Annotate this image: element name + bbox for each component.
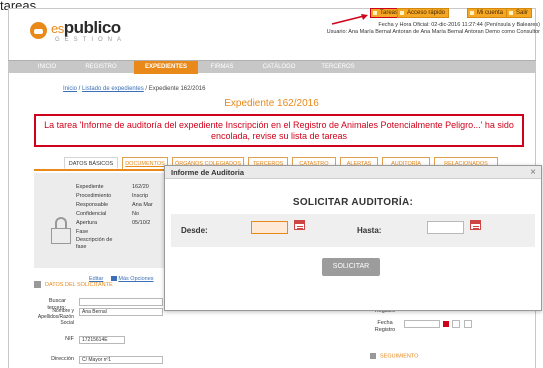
seguimiento-label: SEGUIMIENTO [380,353,419,360]
nif-label: NIF [65,336,74,342]
user-line: Usuario: Ana María Bernal Antoran de Ana… [326,29,540,35]
logout-icon [509,11,513,15]
detail-value: Ana Mar [132,202,153,208]
account-icon [470,11,474,15]
calendar-icon[interactable] [470,220,481,230]
solicitante-heading[interactable]: DATOS DEL SOLICITANTE [34,280,174,290]
detail-row: Responsable Ana Mar [76,202,156,209]
salir-label: Salir [516,10,529,16]
dialog-titlebar[interactable]: Informe de Auditoria × [165,166,541,179]
detail-key: Responsable [76,202,109,208]
detail-value: 162/20 [132,184,149,190]
detail-row: Procedimiento Inscrip [76,193,156,200]
nav-inicio[interactable]: INICIO [30,61,64,74]
seguimiento-heading[interactable]: SEGUIMIENTO [370,353,418,359]
official-datetime: Fecha y Hora Oficial: 02-dic-2016 11:27:… [378,22,540,28]
logo-icon [30,22,47,39]
detail-row: Fase [76,229,156,236]
dialog-title: Informe de Auditoria [171,168,245,177]
detail-row: Descripción de fase [76,237,156,251]
nav-terceros[interactable]: TERCEROS [314,61,362,74]
user-info: Fecha y Hora Oficial: 02-dic-2016 11:27:… [300,22,540,36]
nav-expedientes[interactable]: EXPEDIENTES [134,61,198,74]
task-queued-message: La tarea 'Informe de auditoría del exped… [34,114,524,147]
collapse-icon [370,353,376,359]
desde-label: Desde: [181,226,208,235]
salir-button[interactable]: Salir [506,8,533,18]
detail-key: Confidencial [76,211,107,217]
acceso-rapido-button[interactable]: Acceso rápido [397,8,450,18]
screenshot-page: tareas. espublico GESTIONA Tareas Acceso… [0,0,543,368]
detail-value: Inscrip [132,193,149,199]
auditoria-dialog: Informe de Auditoria × SOLICITAR AUDITOR… [164,165,542,311]
direccion-label: Dirección [51,356,74,362]
fecha-registro-extra[interactable] [464,320,472,328]
tareas-label: Tareas [380,10,399,16]
breadcrumb-inicio[interactable]: Inicio [63,86,77,92]
logo-subtitle: GESTIONA [55,37,127,43]
detail-row: Confidencial No [76,211,156,218]
fecha-registro-label: Fecha Registro [374,320,396,333]
close-icon[interactable]: × [530,166,536,179]
logo-es: es [51,21,64,36]
detail-key: Expediente [76,184,104,190]
nif-input[interactable]: 17215614E [79,336,125,344]
breadcrumb: Inicio / Listado de expedientes / Expedi… [63,86,205,92]
breadcrumb-current: Expediente 162/2016 [148,86,206,92]
detail-row: Apertura 05/10/2 [76,220,156,227]
detail-value: 05/10/2 [132,220,151,226]
detail-value: No [132,211,140,217]
solicitante-heading-label: DATOS DEL SOLICITANTE [45,282,113,288]
nombre-input[interactable]: Ana Bernal [79,308,163,316]
collapse-icon [34,281,41,289]
logo-name: publico [63,18,121,37]
fecha-registro-input[interactable] [404,320,440,328]
direccion-input[interactable]: C/ Mayor nº1 [79,356,163,364]
detail-key: Apertura [76,220,98,226]
desde-input[interactable] [251,221,288,234]
calendar-icon[interactable] [443,321,449,327]
quick-access-icon [400,11,404,15]
nav-catalogo[interactable]: CATÁLOGO [254,61,304,74]
buscar-tercero-input[interactable] [79,298,163,306]
tab-datos-basicos[interactable]: DATOS BÁSICOS [64,157,118,169]
detail-row: Expediente 162/20 [76,184,156,191]
dialog-heading: SOLICITAR AUDITORÍA: [292,197,414,208]
tasks-icon [373,11,377,15]
nav-registro[interactable]: REGISTRO [78,61,124,74]
page-title: Expediente 162/2016 [224,98,319,109]
solicitar-button[interactable]: SOLICITAR [322,258,380,276]
detail-key: Fase [76,229,89,235]
calendar-icon[interactable] [294,220,305,230]
hasta-label: Hasta: [357,226,382,235]
date-range-row: Desde: Hasta: [171,214,535,247]
nav-firmas[interactable]: FIRMAS [202,61,242,74]
mi-cuenta-button[interactable]: Mi cuenta [467,8,508,18]
detail-key: Procedimiento [76,193,112,199]
app-logo[interactable]: espublico [51,18,121,38]
breadcrumb-listado[interactable]: Listado de expedientes [82,86,144,92]
tab-documentos[interactable]: DOCUMENTOS [122,157,168,169]
main-navbar: INICIO REGISTRO EXPEDIENTES FIRMAS CATÁL… [8,60,536,74]
mi-cuenta-label: Mi cuenta [477,10,504,16]
lock-icon-body [51,228,71,244]
hasta-input[interactable] [427,221,464,234]
acceso-label: Acceso rápido [407,10,446,16]
nombre-label: Nombre y Apellidos/Razón Social [37,308,74,326]
fecha-registro-extra[interactable] [452,320,460,328]
detail-key: Descripción de fase [76,237,113,250]
